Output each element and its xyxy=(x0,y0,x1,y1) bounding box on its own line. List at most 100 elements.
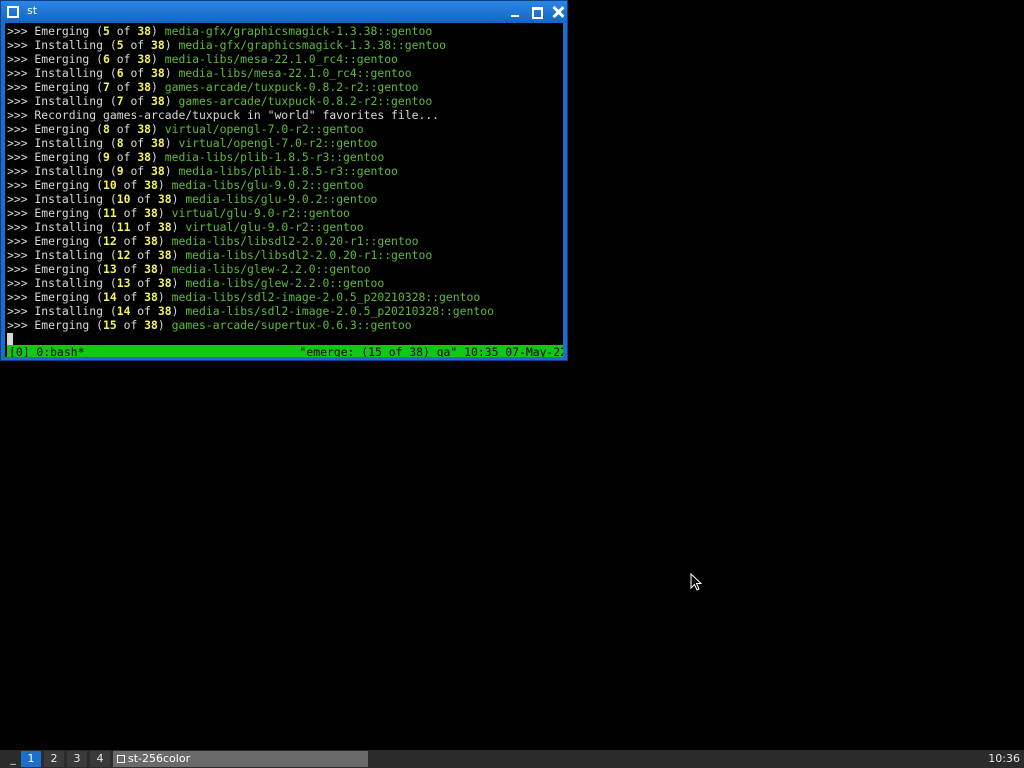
total-count: 38 xyxy=(151,136,165,150)
package-name: virtual/glu-9.0-r2::gentoo xyxy=(185,220,364,234)
total-count: 38 xyxy=(157,220,172,234)
package-name: media-libs/mesa-22.1.0_rc4::gentoo xyxy=(164,52,398,66)
current-count: 12 xyxy=(103,234,117,248)
terminal-line: >>> Installing (12 of 38) media-libs/lib… xyxy=(7,248,494,262)
line-paren: ) xyxy=(171,304,186,318)
package-name: media-libs/glu-9.0.2::gentoo xyxy=(185,192,378,206)
workspace-3-button[interactable]: 3 xyxy=(67,751,87,767)
terminal-line: >>> Installing (11 of 38) virtual/glu-9.… xyxy=(7,220,494,234)
terminal-line: >>> Emerging (13 of 38) media-libs/glew-… xyxy=(7,262,494,276)
terminal-line: >>> Installing (10 of 38) media-libs/glu… xyxy=(7,192,494,206)
total-count: 38 xyxy=(151,164,165,178)
window-titlebar[interactable]: st xyxy=(1,1,567,23)
line-prefix: >>> Installing ( xyxy=(7,164,117,178)
total-count: 38 xyxy=(151,38,165,52)
terminal-line: >>> Installing (8 of 38) virtual/opengl-… xyxy=(7,136,494,150)
line-of: of xyxy=(116,290,145,304)
current-count: 6 xyxy=(116,66,124,80)
line-prefix: >>> Installing ( xyxy=(7,66,117,80)
current-count: 14 xyxy=(103,290,117,304)
line-paren: ) xyxy=(164,136,179,150)
package-name: media-libs/libsdl2-2.0.20-r1::gentoo xyxy=(171,234,419,248)
current-count: 5 xyxy=(103,24,110,38)
terminal-line: >>> Emerging (8 of 38) virtual/opengl-7.… xyxy=(7,122,494,136)
terminal-line: >>> Emerging (6 of 38) media-libs/mesa-2… xyxy=(7,52,494,66)
line-of: of xyxy=(130,276,158,290)
terminal-output[interactable]: >>> Emerging (5 of 38) media-gfx/graphic… xyxy=(5,23,563,357)
line-prefix: >>> Emerging ( xyxy=(7,52,104,66)
bottom-panel: _ 1 2 3 4 st-256color 10:36 xyxy=(0,750,1024,768)
package-name: games-arcade/tuxpuck-0.8.2-r2::gentoo xyxy=(178,94,433,108)
line-paren: ) xyxy=(151,24,165,38)
terminal-line: >>> Emerging (12 of 38) media-libs/libsd… xyxy=(7,234,494,248)
close-button[interactable] xyxy=(550,4,566,20)
package-name: media-libs/sdl2-image-2.0.5_p20210328::g… xyxy=(185,304,494,318)
current-count: 12 xyxy=(116,248,131,262)
current-count: 11 xyxy=(116,220,131,234)
terminal-line: >>> Emerging (9 of 38) media-libs/plib-1… xyxy=(7,150,494,164)
line-paren: ) xyxy=(157,178,172,192)
package-name: virtual/opengl-7.0-r2::gentoo xyxy=(164,122,364,136)
line-prefix: >>> Installing ( xyxy=(7,94,117,108)
current-count: 9 xyxy=(116,164,124,178)
taskbar-item-label: st-256color xyxy=(128,752,191,765)
status-right: "emerge: (15 of 38) ga" 10:35 07-May-22 xyxy=(299,345,563,357)
total-count: 38 xyxy=(157,192,172,206)
line-prefix: >>> Emerging ( xyxy=(7,150,104,164)
line-of: of xyxy=(130,304,158,318)
current-count: 11 xyxy=(103,206,117,220)
line-paren: ) xyxy=(164,66,179,80)
current-count: 15 xyxy=(103,318,117,332)
workspace-2-button[interactable]: 2 xyxy=(44,751,64,767)
total-count: 38 xyxy=(157,276,172,290)
total-count: 38 xyxy=(137,122,152,136)
current-count: 7 xyxy=(103,80,110,94)
total-count: 38 xyxy=(144,234,158,248)
line-prefix: >>> Emerging ( xyxy=(7,80,104,94)
line-of: of xyxy=(123,94,152,108)
line-paren: ) xyxy=(151,52,165,66)
line-of: of xyxy=(116,234,145,248)
line-prefix: >>> Emerging ( xyxy=(7,262,104,276)
line-prefix: >>> Installing ( xyxy=(7,136,117,150)
current-count: 10 xyxy=(103,178,117,192)
terminal-line: >>> Emerging (7 of 38) games-arcade/tuxp… xyxy=(7,80,494,94)
package-name: games-arcade/supertux-0.6.3::gentoo xyxy=(171,318,412,332)
maximize-button[interactable] xyxy=(529,4,545,20)
package-name: media-libs/libsdl2-2.0.20-r1::gentoo xyxy=(185,248,433,262)
line-prefix: >>> Emerging ( xyxy=(7,318,104,332)
terminal-line: >>> Installing (5 of 38) media-gfx/graph… xyxy=(7,38,494,52)
window-icon[interactable] xyxy=(7,6,19,18)
package-name: media-libs/plib-1.8.5-r3::gentoo xyxy=(178,164,398,178)
minimize-button[interactable] xyxy=(507,4,523,20)
total-count: 38 xyxy=(137,24,152,38)
line-of: of xyxy=(109,24,138,38)
total-count: 38 xyxy=(137,52,152,66)
line-prefix: >>> Installing ( xyxy=(7,248,117,262)
panel-menu-button[interactable]: _ xyxy=(8,751,18,767)
workspace-1-button[interactable]: 1 xyxy=(21,751,41,767)
workspace-4-button[interactable]: 4 xyxy=(90,751,110,767)
line-prefix: >>> Emerging ( xyxy=(7,206,104,220)
total-count: 38 xyxy=(151,94,165,108)
package-name: games-arcade/tuxpuck-0.8.2-r2::gentoo xyxy=(164,80,419,94)
package-name: media-libs/glu-9.0.2::gentoo xyxy=(171,178,364,192)
package-name: media-libs/glew-2.2.0::gentoo xyxy=(171,262,371,276)
current-count: 10 xyxy=(116,192,131,206)
line-of: of xyxy=(109,80,138,94)
terminal-window[interactable]: st >>> Emerging (5 of 38) media-gfx/grap… xyxy=(0,0,568,361)
desktop[interactable]: st >>> Emerging (5 of 38) media-gfx/grap… xyxy=(0,0,1024,768)
line-prefix: >>> Installing ( xyxy=(7,276,117,290)
line-prefix: >>> Emerging ( xyxy=(7,122,104,136)
line-of: of xyxy=(116,178,145,192)
line-prefix: >>> Emerging ( xyxy=(7,290,104,304)
line-paren: ) xyxy=(157,234,172,248)
line-paren: ) xyxy=(171,276,186,290)
line-of: of xyxy=(116,318,145,332)
tmux-status-bar: [0] 0:bash* "emerge: (15 of 38) ga" 10:3… xyxy=(7,345,563,357)
line-text: >>> Recording games-arcade/tuxpuck in "w… xyxy=(7,108,440,122)
terminal-line: >>> Installing (9 of 38) media-libs/plib… xyxy=(7,164,494,178)
line-of: of xyxy=(123,38,152,52)
package-name: media-libs/sdl2-image-2.0.5_p20210328::g… xyxy=(171,290,481,304)
taskbar-item-st[interactable]: st-256color xyxy=(113,751,368,767)
